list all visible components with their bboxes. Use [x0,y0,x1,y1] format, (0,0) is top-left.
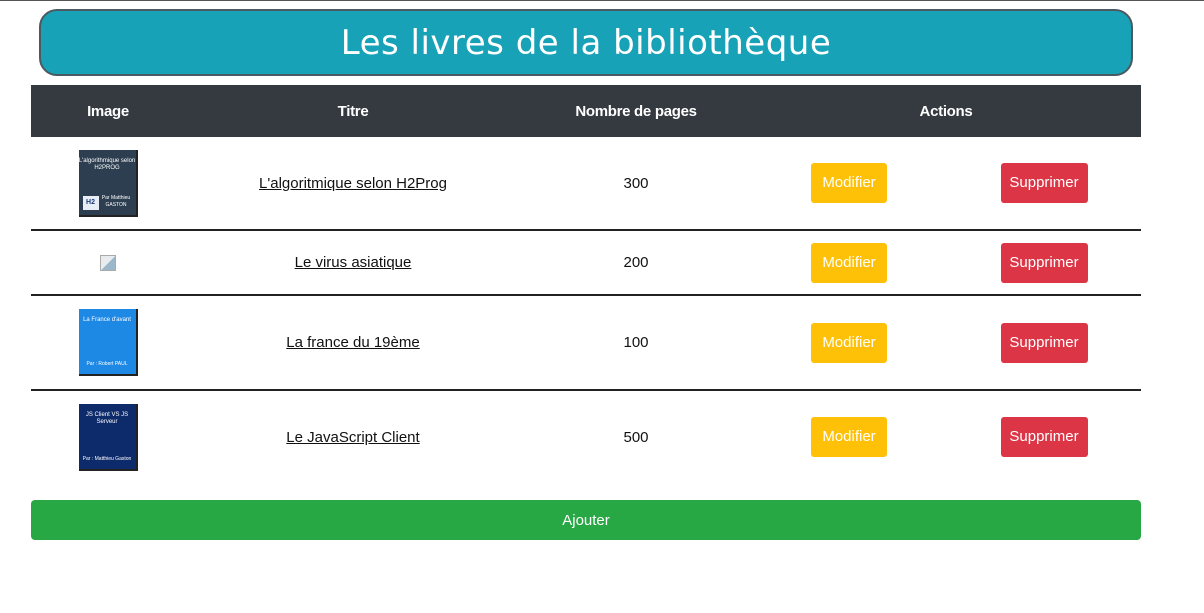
delete-button[interactable]: Supprimer [1000,417,1088,457]
delete-button[interactable]: Supprimer [1000,242,1088,283]
delete-button[interactable]: Supprimer [1000,163,1088,203]
books-table: Image Titre Nombre de pages Actions L'al… [31,85,1141,483]
book-cover-image: La France d'avant Par : Robert PAUL [78,309,138,376]
table-row: JS Client VS JS Serveur Par : Matthieu G… [31,390,1141,483]
pages-cell: 200 [623,254,649,271]
top-divider [0,0,1204,1]
cover-cell: L'algorithmique selon H2PROG H2 Par Matt… [31,137,185,230]
title-cell: L'algoritmique selon H2Prog [185,137,521,230]
title-cell: Le JavaScript Client [185,390,521,483]
header-actions: Actions [919,102,973,120]
add-book-button[interactable]: Ajouter [31,500,1141,540]
modify-button[interactable]: Modifier [811,322,887,363]
modify-button[interactable]: Modifier [811,163,887,203]
broken-image-icon [100,255,116,272]
cover-text: JS Client VS JS Serveur [85,411,129,425]
book-title-link[interactable]: La france du 19ème [286,334,419,351]
header-title: Titre [337,102,369,120]
header-image: Image [87,102,129,120]
modify-button[interactable]: Modifier [811,242,887,283]
title-cell: La france du 19ème [185,295,521,390]
cover-cell: La France d'avant Par : Robert PAUL [31,295,185,390]
delete-cell: Supprimer [947,295,1141,390]
modify-cell: Modifier [751,390,947,483]
cover-text: La France d'avant [83,317,131,323]
modify-cell: Modifier [751,295,947,390]
book-cover-image: L'algorithmique selon H2PROG H2 Par Matt… [78,149,138,217]
delete-cell: Supprimer [947,390,1141,483]
book-cover-image: JS Client VS JS Serveur Par : Matthieu G… [78,403,138,471]
header-pages: Nombre de pages [575,102,697,120]
pages-cell: 100 [623,334,649,351]
modify-cell: Modifier [751,137,947,230]
cover-cell: JS Client VS JS Serveur Par : Matthieu G… [31,390,185,483]
pages-cell: 500 [623,428,649,446]
cover-author: Par : Robert PAUL [86,361,128,367]
table-row: Le virus asiatique 200 Modifier Supprime… [31,230,1141,295]
page-title: Les livres de la bibliothèque [340,22,832,63]
cover-author: Par : Matthieu Gaston [82,455,132,462]
page-header: Les livres de la bibliothèque [39,9,1133,76]
table-header-row: Image Titre Nombre de pages Actions [31,85,1141,137]
delete-button[interactable]: Supprimer [1000,322,1088,363]
cover-author: Par Matthieu GASTON [101,194,131,208]
book-title-link[interactable]: Le JavaScript Client [286,429,419,446]
delete-cell: Supprimer [947,137,1141,230]
pages-cell: 300 [623,174,649,192]
title-cell: Le virus asiatique [185,230,521,295]
delete-cell: Supprimer [947,230,1141,295]
book-title-link[interactable]: L'algoritmique selon H2Prog [259,175,447,192]
table-row: L'algorithmique selon H2PROG H2 Par Matt… [31,137,1141,230]
book-title-link[interactable]: Le virus asiatique [295,254,412,271]
table-row: La France d'avant Par : Robert PAUL La f… [31,295,1141,390]
modify-button[interactable]: Modifier [811,417,887,457]
modify-cell: Modifier [751,230,947,295]
cover-text: L'algorithmique selon H2PROG [78,157,136,171]
cover-cell [31,230,185,295]
